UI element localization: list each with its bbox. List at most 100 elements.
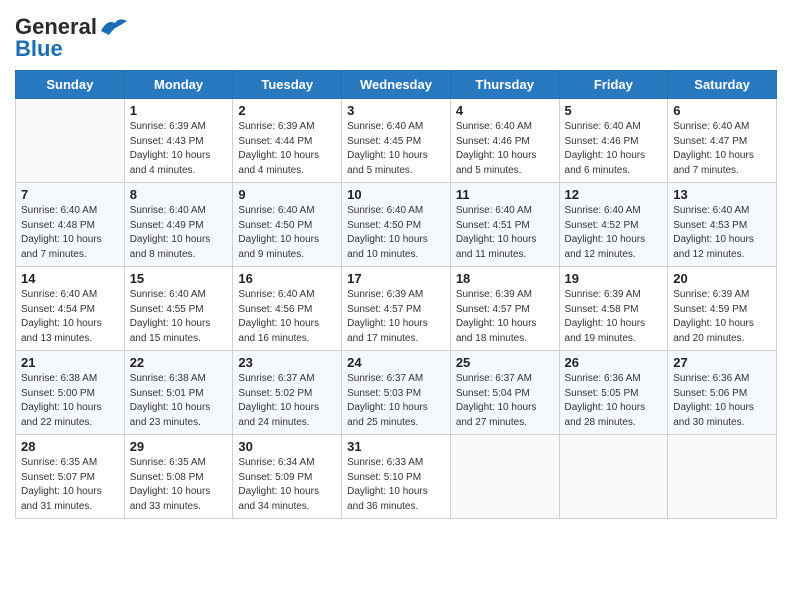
calendar-cell: 15 Sunrise: 6:40 AM Sunset: 4:55 PM Dayli… bbox=[124, 267, 233, 351]
calendar-cell: 1Sunrise: 6:39 AM Sunset: 4:43 PM Daylig… bbox=[124, 99, 233, 183]
cell-info: Sunrise: 6:40 AM Sunset: 4:50 PM Dayligh… bbox=[238, 204, 336, 262]
day-number: 28 bbox=[21, 439, 119, 454]
day-number: 13 bbox=[673, 187, 771, 202]
calendar-cell: 29 Sunrise: 6:35 AM Sunset: 5:08 PM Dayli… bbox=[124, 435, 233, 519]
calendar-cell: 10Sunrise: 6:40 AM Sunset: 4:50 PM Dayli… bbox=[342, 183, 451, 267]
column-header-thursday: Thursday bbox=[450, 71, 559, 99]
calendar-cell: 17 Sunrise: 6:39 AM Sunset: 4:57 PM Dayli… bbox=[342, 267, 451, 351]
calendar-cell: 20 Sunrise: 6:39 AM Sunset: 4:59 PM Dayli… bbox=[668, 267, 777, 351]
day-number: 20 bbox=[673, 271, 771, 286]
calendar-table: SundayMondayTuesdayWednesdayThursdayFrid… bbox=[15, 70, 777, 519]
cell-info: Sunrise: 6:37 AM Sunset: 5:04 PM Dayligh… bbox=[456, 372, 554, 430]
day-number: 15 bbox=[130, 271, 228, 286]
calendar-cell: 2Sunrise: 6:39 AM Sunset: 4:44 PM Daylig… bbox=[233, 99, 342, 183]
calendar-cell: 19Sunrise: 6:39 AM Sunset: 4:58 PM Dayli… bbox=[559, 267, 668, 351]
day-number: 26 bbox=[565, 355, 663, 370]
calendar-header-row: SundayMondayTuesdayWednesdayThursdayFrid… bbox=[16, 71, 777, 99]
column-header-friday: Friday bbox=[559, 71, 668, 99]
cell-info: Sunrise: 6:33 AM Sunset: 5:10 PM Dayligh… bbox=[347, 456, 445, 514]
cell-info: Sunrise: 6:39 AM Sunset: 4:59 PM Dayligh… bbox=[673, 288, 771, 346]
calendar-cell: 3 Sunrise: 6:40 AM Sunset: 4:45 PM Daylig… bbox=[342, 99, 451, 183]
calendar-cell: 16 Sunrise: 6:40 AM Sunset: 4:56 PM Dayli… bbox=[233, 267, 342, 351]
calendar-cell bbox=[450, 435, 559, 519]
day-number: 21 bbox=[21, 355, 119, 370]
calendar-cell: 9 Sunrise: 6:40 AM Sunset: 4:50 PM Daylig… bbox=[233, 183, 342, 267]
calendar-cell: 14Sunrise: 6:40 AM Sunset: 4:54 PM Dayli… bbox=[16, 267, 125, 351]
cell-info: Sunrise: 6:40 AM Sunset: 4:55 PM Dayligh… bbox=[130, 288, 228, 346]
cell-info: Sunrise: 6:40 AM Sunset: 4:46 PM Dayligh… bbox=[456, 120, 554, 178]
calendar-cell: 11 Sunrise: 6:40 AM Sunset: 4:51 PM Dayli… bbox=[450, 183, 559, 267]
day-number: 22 bbox=[130, 355, 228, 370]
calendar-cell: 21 Sunrise: 6:38 AM Sunset: 5:00 PM Dayli… bbox=[16, 351, 125, 435]
week-row-4: 21 Sunrise: 6:38 AM Sunset: 5:00 PM Dayli… bbox=[16, 351, 777, 435]
calendar-cell: 8Sunrise: 6:40 AM Sunset: 4:49 PM Daylig… bbox=[124, 183, 233, 267]
calendar-cell: 27 Sunrise: 6:36 AM Sunset: 5:06 PM Dayli… bbox=[668, 351, 777, 435]
calendar-cell: 30 Sunrise: 6:34 AM Sunset: 5:09 PM Dayli… bbox=[233, 435, 342, 519]
day-number: 7 bbox=[21, 187, 119, 202]
cell-info: Sunrise: 6:40 AM Sunset: 4:56 PM Dayligh… bbox=[238, 288, 336, 346]
day-number: 8 bbox=[130, 187, 228, 202]
cell-info: Sunrise: 6:36 AM Sunset: 5:05 PM Dayligh… bbox=[565, 372, 663, 430]
calendar-cell: 25Sunrise: 6:37 AM Sunset: 5:04 PM Dayli… bbox=[450, 351, 559, 435]
day-number: 3 bbox=[347, 103, 445, 118]
column-header-tuesday: Tuesday bbox=[233, 71, 342, 99]
cell-info: Sunrise: 6:35 AM Sunset: 5:08 PM Dayligh… bbox=[130, 456, 228, 514]
calendar-cell: 12 Sunrise: 6:40 AM Sunset: 4:52 PM Dayli… bbox=[559, 183, 668, 267]
day-number: 31 bbox=[347, 439, 445, 454]
week-row-5: 28 Sunrise: 6:35 AM Sunset: 5:07 PM Dayli… bbox=[16, 435, 777, 519]
calendar-cell: 4 Sunrise: 6:40 AM Sunset: 4:46 PM Daylig… bbox=[450, 99, 559, 183]
column-header-monday: Monday bbox=[124, 71, 233, 99]
page-header: General Blue bbox=[15, 10, 777, 62]
week-row-2: 7 Sunrise: 6:40 AM Sunset: 4:48 PM Daylig… bbox=[16, 183, 777, 267]
day-number: 29 bbox=[130, 439, 228, 454]
cell-info: Sunrise: 6:36 AM Sunset: 5:06 PM Dayligh… bbox=[673, 372, 771, 430]
cell-info: Sunrise: 6:38 AM Sunset: 5:00 PM Dayligh… bbox=[21, 372, 119, 430]
calendar-cell bbox=[559, 435, 668, 519]
column-header-wednesday: Wednesday bbox=[342, 71, 451, 99]
calendar-cell: 18 Sunrise: 6:39 AM Sunset: 4:57 PM Dayli… bbox=[450, 267, 559, 351]
day-number: 16 bbox=[238, 271, 336, 286]
week-row-1: 1Sunrise: 6:39 AM Sunset: 4:43 PM Daylig… bbox=[16, 99, 777, 183]
day-number: 23 bbox=[238, 355, 336, 370]
calendar-cell: 28 Sunrise: 6:35 AM Sunset: 5:07 PM Dayli… bbox=[16, 435, 125, 519]
cell-info: Sunrise: 6:40 AM Sunset: 4:45 PM Dayligh… bbox=[347, 120, 445, 178]
week-row-3: 14Sunrise: 6:40 AM Sunset: 4:54 PM Dayli… bbox=[16, 267, 777, 351]
calendar-cell: 6Sunrise: 6:40 AM Sunset: 4:47 PM Daylig… bbox=[668, 99, 777, 183]
day-number: 27 bbox=[673, 355, 771, 370]
day-number: 17 bbox=[347, 271, 445, 286]
calendar-cell: 24 Sunrise: 6:37 AM Sunset: 5:03 PM Dayli… bbox=[342, 351, 451, 435]
cell-info: Sunrise: 6:40 AM Sunset: 4:48 PM Dayligh… bbox=[21, 204, 119, 262]
day-number: 9 bbox=[238, 187, 336, 202]
cell-info: Sunrise: 6:40 AM Sunset: 4:53 PM Dayligh… bbox=[673, 204, 771, 262]
day-number: 12 bbox=[565, 187, 663, 202]
day-number: 19 bbox=[565, 271, 663, 286]
calendar-cell: 26 Sunrise: 6:36 AM Sunset: 5:05 PM Dayli… bbox=[559, 351, 668, 435]
cell-info: Sunrise: 6:37 AM Sunset: 5:03 PM Dayligh… bbox=[347, 372, 445, 430]
calendar-cell: 5Sunrise: 6:40 AM Sunset: 4:46 PM Daylig… bbox=[559, 99, 668, 183]
logo: General Blue bbox=[15, 10, 127, 62]
cell-info: Sunrise: 6:39 AM Sunset: 4:57 PM Dayligh… bbox=[347, 288, 445, 346]
cell-info: Sunrise: 6:39 AM Sunset: 4:57 PM Dayligh… bbox=[456, 288, 554, 346]
day-number: 11 bbox=[456, 187, 554, 202]
cell-info: Sunrise: 6:38 AM Sunset: 5:01 PM Dayligh… bbox=[130, 372, 228, 430]
cell-info: Sunrise: 6:34 AM Sunset: 5:09 PM Dayligh… bbox=[238, 456, 336, 514]
day-number: 4 bbox=[456, 103, 554, 118]
calendar-cell: 13 Sunrise: 6:40 AM Sunset: 4:53 PM Dayli… bbox=[668, 183, 777, 267]
cell-info: Sunrise: 6:40 AM Sunset: 4:52 PM Dayligh… bbox=[565, 204, 663, 262]
column-header-sunday: Sunday bbox=[16, 71, 125, 99]
day-number: 1 bbox=[130, 103, 228, 118]
day-number: 18 bbox=[456, 271, 554, 286]
cell-info: Sunrise: 6:40 AM Sunset: 4:51 PM Dayligh… bbox=[456, 204, 554, 262]
calendar-cell bbox=[668, 435, 777, 519]
column-header-saturday: Saturday bbox=[668, 71, 777, 99]
day-number: 30 bbox=[238, 439, 336, 454]
cell-info: Sunrise: 6:40 AM Sunset: 4:47 PM Dayligh… bbox=[673, 120, 771, 178]
day-number: 5 bbox=[565, 103, 663, 118]
day-number: 10 bbox=[347, 187, 445, 202]
day-number: 24 bbox=[347, 355, 445, 370]
calendar-cell: 7 Sunrise: 6:40 AM Sunset: 4:48 PM Daylig… bbox=[16, 183, 125, 267]
logo-bird-icon bbox=[99, 17, 127, 37]
logo-blue-text: Blue bbox=[15, 36, 63, 62]
calendar-cell: 22 Sunrise: 6:38 AM Sunset: 5:01 PM Dayli… bbox=[124, 351, 233, 435]
cell-info: Sunrise: 6:35 AM Sunset: 5:07 PM Dayligh… bbox=[21, 456, 119, 514]
